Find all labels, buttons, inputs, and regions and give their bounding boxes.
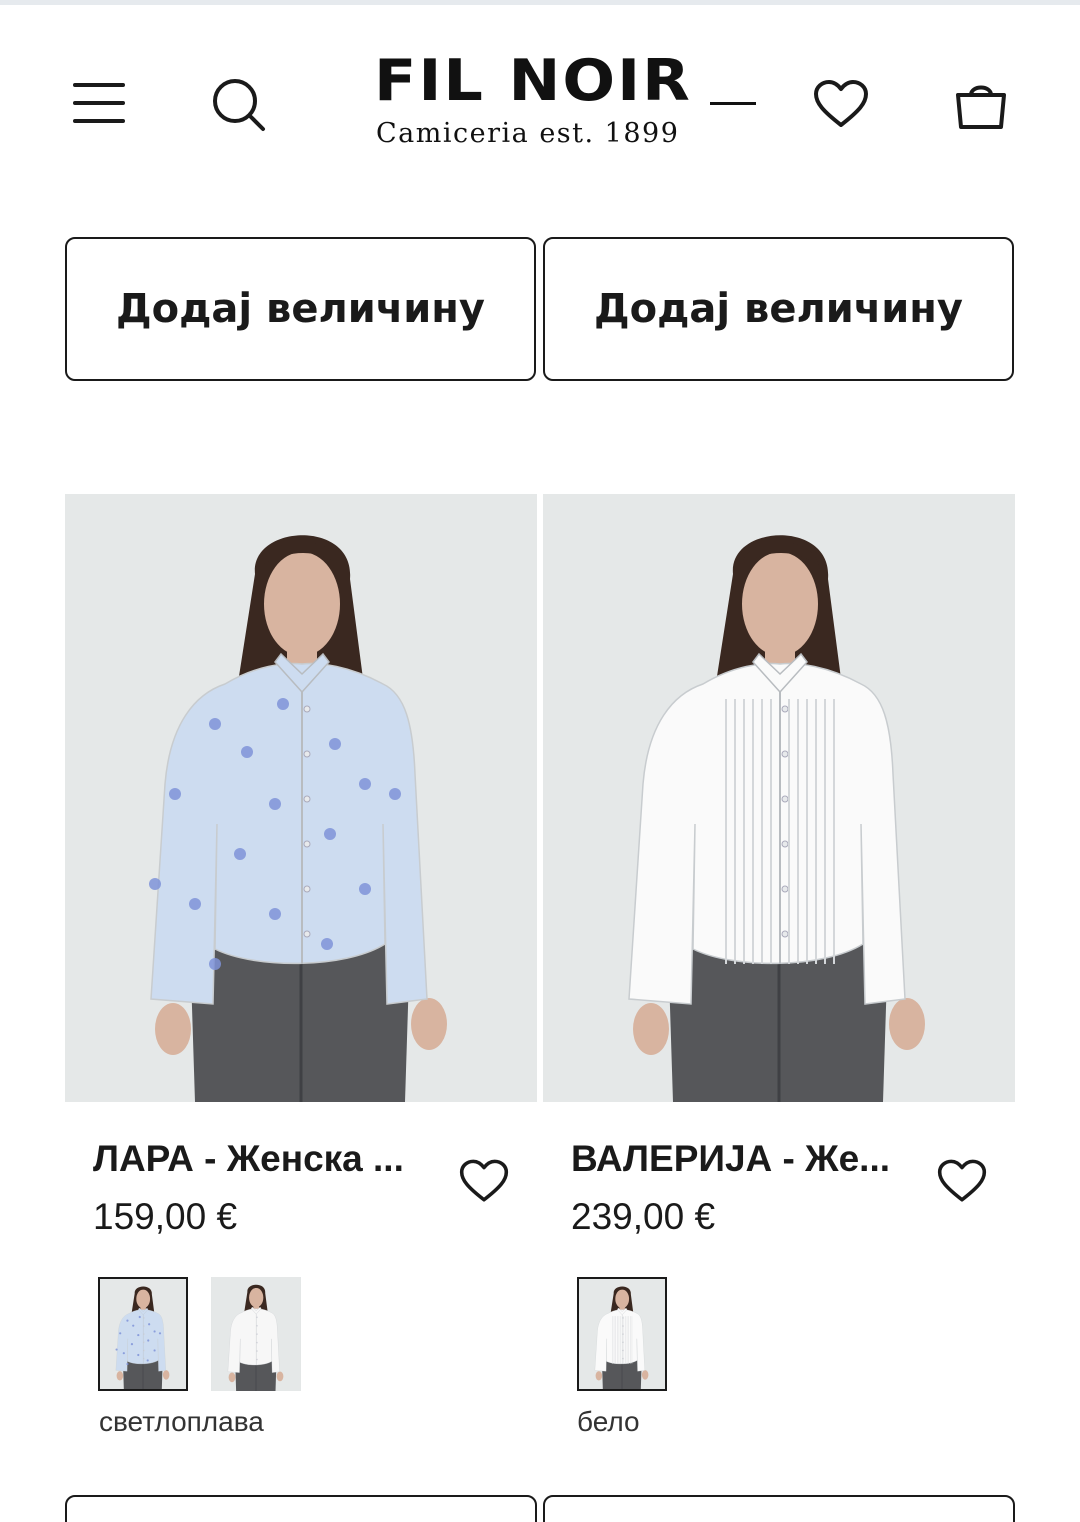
wishlist-button[interactable] [810, 74, 872, 134]
swatch-thumbnail [211, 1277, 301, 1391]
logo-underline [710, 102, 756, 105]
search-button[interactable] [208, 74, 270, 136]
brand-logo[interactable]: FIL NOIR Camiceria est. 1899 [370, 52, 760, 162]
heart-icon [814, 80, 868, 127]
selected-color-label: светлоплава [99, 1406, 264, 1437]
selected-color-label: бело [577, 1406, 640, 1437]
model-photo [543, 494, 1015, 1102]
add-size-button[interactable]: Додај величину [543, 237, 1014, 381]
product-card: ВАЛЕРИЈА - Же... 239,00 € бело [543, 494, 1015, 1437]
add-size-button[interactable]: Додај величину [65, 237, 536, 381]
product-name[interactable]: ЛАРА - Женска ... [93, 1138, 423, 1180]
site-header: FIL NOIR Camiceria est. 1899 [0, 30, 1080, 180]
add-to-wishlist-button[interactable] [937, 1158, 987, 1206]
product-image[interactable] [65, 494, 537, 1102]
product-image[interactable] [543, 494, 1015, 1102]
shopping-bag-icon [956, 85, 1006, 129]
color-swatch-white[interactable] [577, 1277, 667, 1391]
logo-tagline: Camiceria est. 1899 [376, 118, 680, 149]
hamburger-menu-icon [73, 83, 125, 123]
model-photo [65, 494, 537, 1102]
product-price: 159,00 € [93, 1196, 238, 1237]
add-to-wishlist-button[interactable] [459, 1158, 509, 1206]
heart-icon [937, 1159, 987, 1202]
product-name[interactable]: ВАЛЕРИЈА - Же... [571, 1138, 901, 1180]
menu-button[interactable] [68, 75, 130, 131]
add-size-button[interactable] [543, 1495, 1015, 1522]
color-swatch-light-blue[interactable] [98, 1277, 188, 1391]
logo-wordmark: FIL NOIR [374, 46, 692, 114]
heart-icon [459, 1159, 509, 1202]
search-icon [213, 79, 265, 131]
product-price: 239,00 € [571, 1196, 716, 1237]
swatch-thumbnail [100, 1279, 186, 1389]
add-size-button[interactable] [65, 1495, 537, 1522]
cart-button[interactable] [950, 74, 1012, 136]
product-card: ЛАРА - Женска ... 159,00 € светлоплава [65, 494, 537, 1437]
swatch-thumbnail [579, 1279, 665, 1389]
status-strip [0, 0, 1080, 5]
color-swatch-white[interactable] [211, 1277, 301, 1391]
